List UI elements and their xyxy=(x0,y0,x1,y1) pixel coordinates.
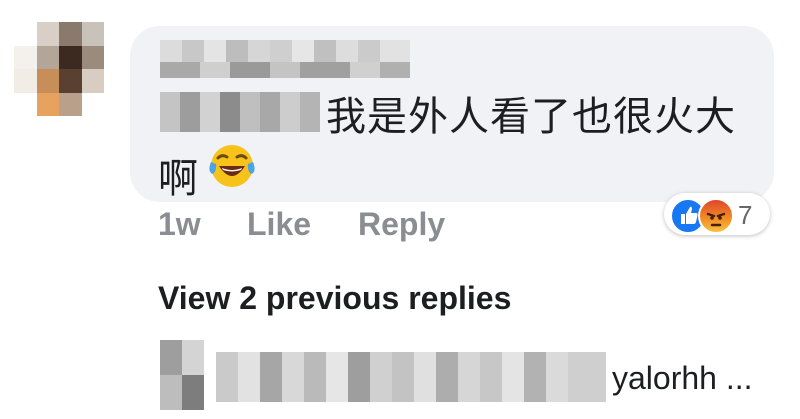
tears-of-joy-emoji-icon xyxy=(209,145,255,187)
like-button[interactable]: Like xyxy=(247,206,311,243)
comment-text-line1: 我是外人看了也很火大 xyxy=(326,94,736,140)
reply-avatar-redacted[interactable] xyxy=(160,340,204,410)
view-previous-replies-link[interactable]: View 2 previous replies xyxy=(158,280,511,317)
angry-reaction-icon xyxy=(698,198,734,234)
reactions-summary[interactable]: 7 xyxy=(664,193,770,235)
reply-button[interactable]: Reply xyxy=(358,206,445,243)
comment-timestamp[interactable]: 1w xyxy=(158,206,201,243)
author-name-redacted-2 xyxy=(160,62,410,78)
reply-preview-text[interactable]: yalorhh ... xyxy=(612,360,753,397)
avatar[interactable] xyxy=(14,22,104,116)
reaction-count: 7 xyxy=(738,200,753,230)
reply-author-redacted[interactable] xyxy=(216,352,606,402)
comment-text-line2: 啊 xyxy=(158,156,198,202)
mentioned-user-redacted[interactable] xyxy=(160,92,320,132)
